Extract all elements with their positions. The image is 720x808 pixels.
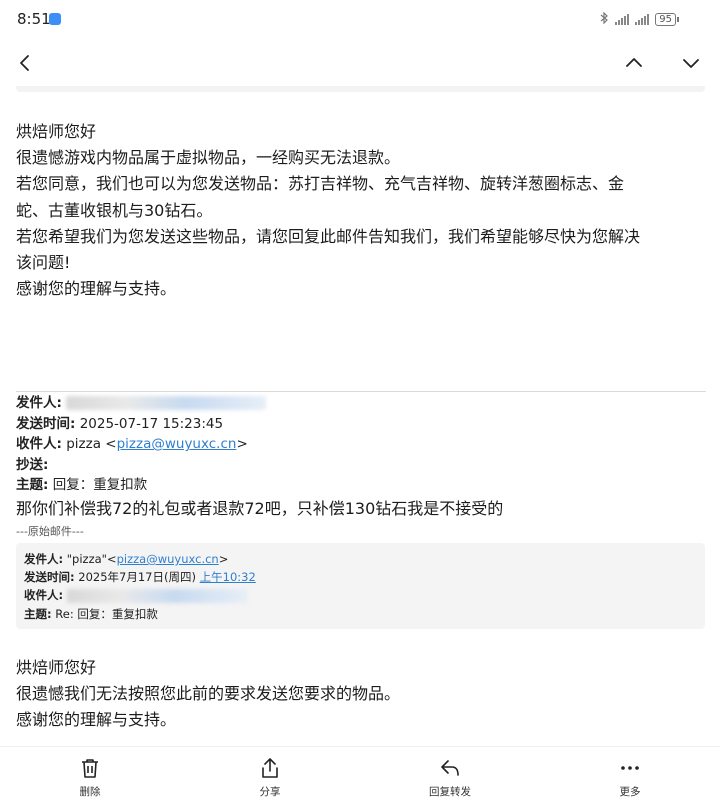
redacted-recipient bbox=[66, 588, 247, 603]
body-line: 若您希望我们为您发送这些物品，请您回复此邮件告知我们，我们希望能够尽快为您解决 bbox=[16, 226, 641, 246]
signal-icon-2 bbox=[635, 14, 650, 25]
message-body-1: 烘焙师您好 很遗憾游戏内物品属于虚拟物品，一经购买无法退款。 若您同意，我们也可… bbox=[16, 119, 706, 302]
quote-divider bbox=[16, 391, 706, 392]
from-row: 发件人: bbox=[16, 393, 706, 414]
body-line: 很遗憾我们无法按照您此前的要求发送您要求的物品。 bbox=[16, 684, 401, 704]
delete-button[interactable]: 删除 bbox=[50, 757, 130, 799]
message-body-3: 烘焙师您好 很遗憾我们无法按照您此前的要求发送您要求的物品。 感谢您的理解与支持… bbox=[16, 655, 706, 734]
status-bar: 8:51 95 bbox=[0, 0, 720, 40]
quoted-sent-time-link[interactable]: 上午10:32 bbox=[200, 570, 256, 584]
to-email-link[interactable]: pizza@wuyuxc.cn bbox=[117, 436, 237, 452]
to-close: > bbox=[236, 436, 248, 453]
quoted-from-close: > bbox=[218, 552, 229, 566]
sent-time-row: 发送时间: 2025-07-17 15:23:45 bbox=[16, 414, 706, 435]
quoted-from-email-link[interactable]: pizza@wuyuxc.cn bbox=[117, 552, 219, 566]
subject-value: 回复：重复扣款 bbox=[52, 477, 148, 494]
battery-icon: 95 bbox=[655, 13, 679, 26]
quoted-subject-label: 主题: bbox=[24, 606, 52, 621]
chevron-up-icon bbox=[626, 58, 642, 67]
status-time: 8:51 bbox=[17, 10, 51, 28]
next-mail-button[interactable] bbox=[676, 48, 706, 78]
redacted-sender bbox=[66, 396, 267, 410]
cc-label: 抄送: bbox=[16, 456, 49, 473]
share-button[interactable]: 分享 bbox=[230, 757, 310, 799]
more-dots-icon bbox=[621, 766, 639, 770]
body-line: 感谢您的理解与支持。 bbox=[16, 279, 177, 299]
cc-row: 抄送: bbox=[16, 455, 706, 476]
reply-forward-button[interactable]: 回复转发 bbox=[410, 757, 490, 799]
quoted-sent-label: 发送时间: bbox=[24, 570, 75, 585]
chevron-down-icon bbox=[683, 59, 699, 68]
delete-label: 删除 bbox=[79, 786, 101, 798]
quoted-sent-row: 发送时间: 2025年7月17日(周四) 上午10:32 bbox=[24, 568, 697, 586]
back-button[interactable] bbox=[10, 48, 40, 78]
body-line: 烘焙师您好 bbox=[16, 122, 97, 141]
body-line: 烘焙师您好 bbox=[16, 658, 97, 677]
quoted-subject-row: 主题: Re: 回复：重复扣款 bbox=[24, 605, 697, 623]
subject-label: 主题: bbox=[16, 477, 49, 494]
from-label: 发件人: bbox=[16, 395, 62, 411]
notification-app-icon bbox=[49, 13, 61, 25]
sent-time-value: 2025-07-17 15:23:45 bbox=[79, 415, 224, 432]
quoted-sent-date: 2025年7月17日(周四) bbox=[78, 570, 200, 585]
bottom-action-bar: 删除 分享 回复转发 更多 bbox=[0, 746, 720, 808]
quoted-header: 发件人: "pizza"<pizza@wuyuxc.cn> 发送时间: 2025… bbox=[16, 543, 705, 629]
share-label: 分享 bbox=[259, 786, 281, 798]
top-nav bbox=[0, 40, 720, 84]
quoted-from-name: "pizza"< bbox=[66, 552, 117, 566]
quoted-to-label: 收件人: bbox=[24, 588, 64, 603]
original-mail-divider: ---原始邮件--- bbox=[16, 525, 84, 538]
body-line: 蛇、古董收银机与30钻石。 bbox=[16, 200, 213, 220]
more-button[interactable]: 更多 bbox=[590, 757, 670, 799]
share-icon bbox=[262, 758, 278, 778]
to-row: 收件人: pizza <pizza@wuyuxc.cn> bbox=[16, 434, 706, 455]
to-label: 收件人: bbox=[16, 436, 62, 453]
reply-header: 发件人: 发送时间: 2025-07-17 15:23:45 收件人: pizz… bbox=[16, 393, 706, 496]
body-line: 很遗憾游戏内物品属于虚拟物品，一经购买无法退款。 bbox=[16, 148, 401, 168]
body-line: 该问题! bbox=[16, 253, 71, 273]
scroll-edge bbox=[16, 86, 705, 92]
chevron-left-icon bbox=[20, 55, 29, 71]
trash-icon bbox=[82, 759, 98, 778]
bluetooth-icon bbox=[600, 11, 609, 27]
reply-forward-label: 回复转发 bbox=[429, 786, 471, 798]
reply-icon bbox=[441, 760, 459, 776]
sent-time-label: 发送时间: bbox=[16, 415, 76, 432]
subject-row: 主题: 回复：重复扣款 bbox=[16, 475, 706, 496]
to-name: pizza < bbox=[66, 436, 117, 453]
body-line: 感谢您的理解与支持。 bbox=[16, 710, 177, 730]
quoted-to-row: 收件人: bbox=[24, 586, 697, 604]
previous-mail-button[interactable] bbox=[619, 48, 649, 78]
quoted-subject-value: Re: 回复：重复扣款 bbox=[55, 606, 158, 621]
body-line: 若您同意，我们也可以为您发送物品：苏打吉祥物、充气吉祥物、旋转洋葱圈标志、金 bbox=[16, 174, 625, 194]
signal-icon bbox=[615, 14, 630, 25]
quoted-from-label: 发件人: bbox=[24, 552, 64, 566]
more-label: 更多 bbox=[619, 786, 641, 798]
quoted-from-row: 发件人: "pizza"<pizza@wuyuxc.cn> bbox=[24, 550, 697, 568]
reply-text: 那你们补偿我72的礼包或者退款72吧，只补偿130钻石我是不接受的 bbox=[16, 499, 504, 518]
status-icons: 95 bbox=[600, 11, 679, 27]
